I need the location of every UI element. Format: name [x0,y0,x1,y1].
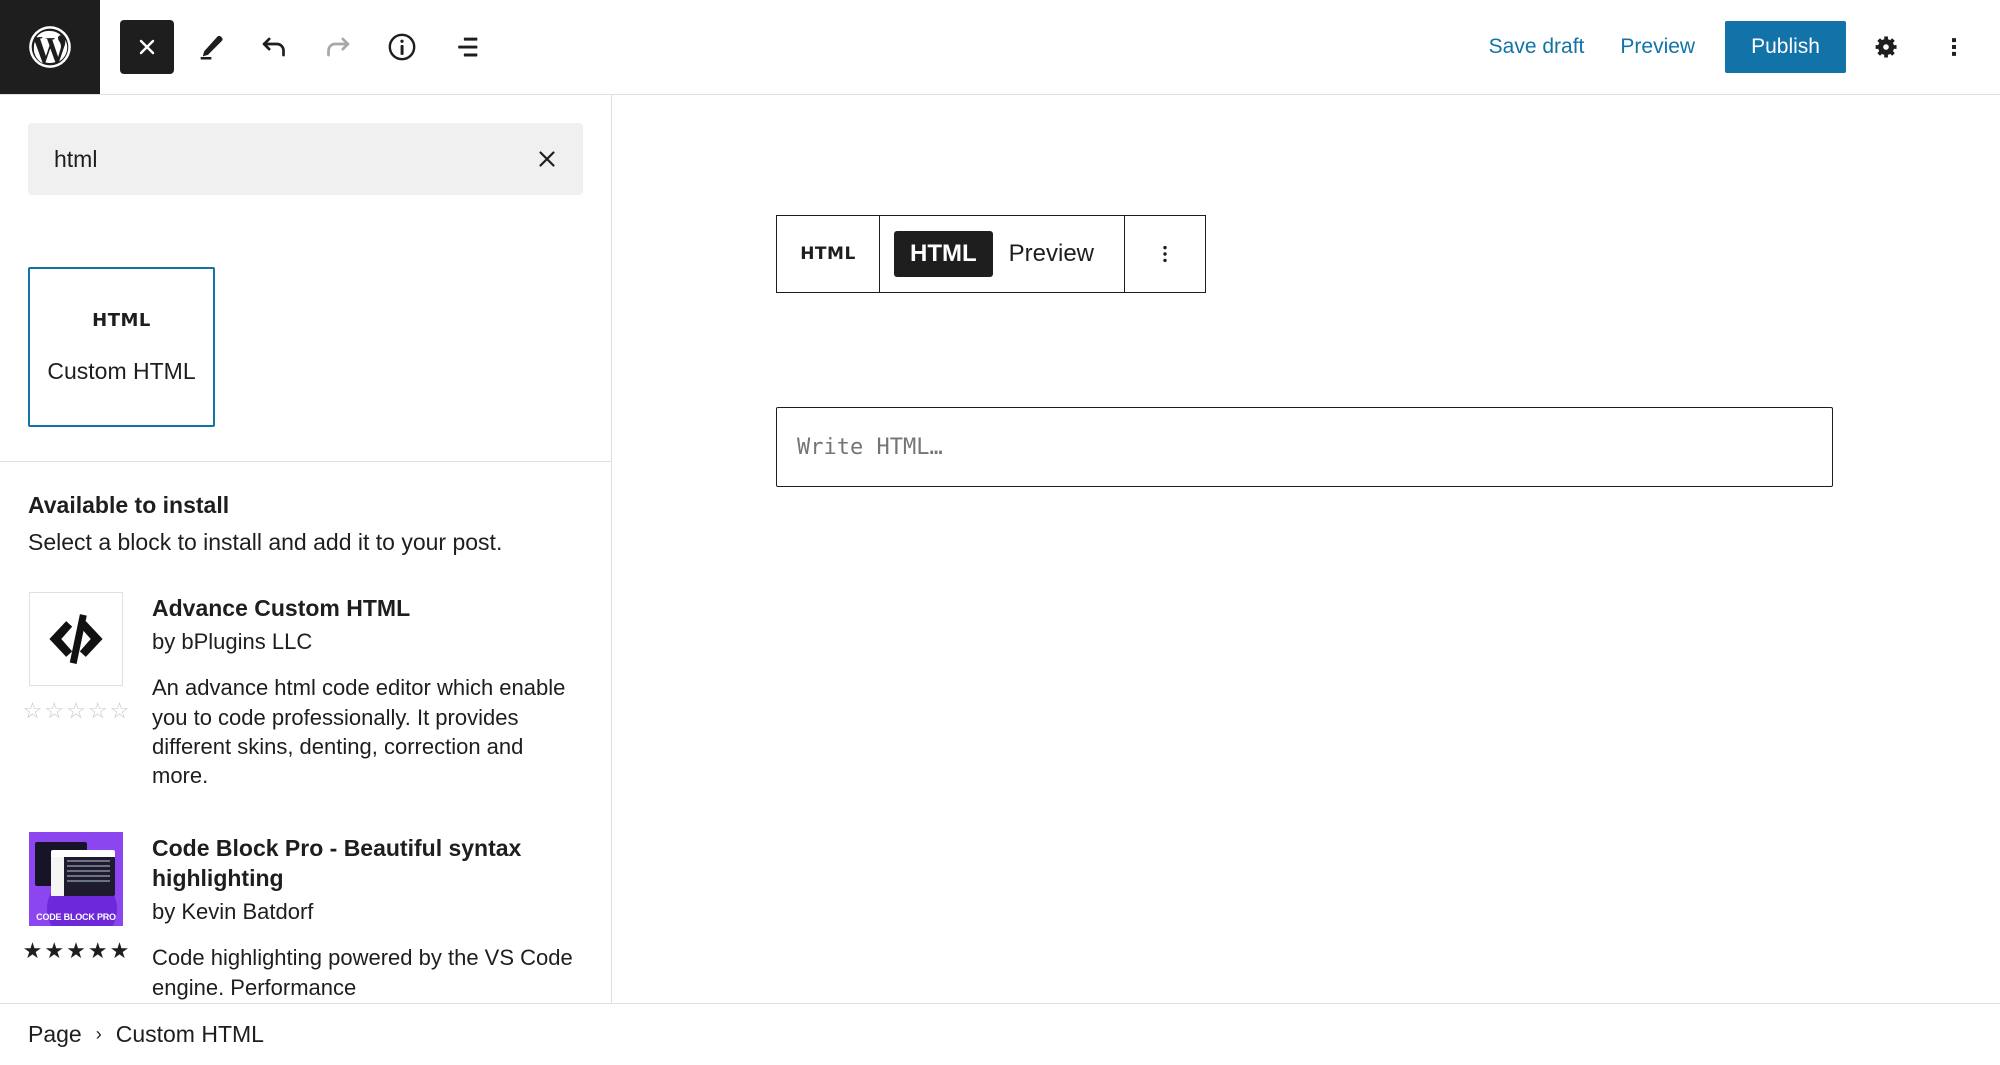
star-icon: ☆ [66,700,86,722]
chevron-right-icon: › [96,1024,102,1045]
list-item[interactable]: CODE BLOCK PRO ★ ★ ★ ★ ★ Code Block Pro … [28,832,583,1001]
plugin-icon-caption: CODE BLOCK PRO [29,913,123,922]
gear-icon [1870,31,1902,63]
block-inserter-panel: HTML Custom HTML Available to install Se… [0,95,612,1003]
block-toolbar: HTML HTML Preview [776,215,1206,293]
block-results-section: HTML Custom HTML [0,195,611,462]
plugin-author: by Kevin Batdorf [152,899,583,925]
more-options-button[interactable] [1926,19,1982,75]
search-box [28,123,583,195]
plugin-icon-column: CODE BLOCK PRO ★ ★ ★ ★ ★ [28,832,124,1001]
plugin-title: Code Block Pro - Beautiful syntax highli… [152,834,583,893]
install-section-subtitle: Select a block to install and add it to … [28,529,583,556]
plugin-details: Advance Custom HTML by bPlugins LLC An a… [152,592,583,790]
wordpress-block-editor: Save draft Preview Publish [0,0,2000,1065]
header-actions: Save draft Preview Publish [1471,0,2000,94]
redo-button[interactable] [310,19,366,75]
undo-button[interactable] [246,19,302,75]
publish-button[interactable]: Publish [1725,21,1846,73]
code-block-pro-artwork: CODE BLOCK PRO [29,832,123,926]
close-editor-button[interactable] [120,20,174,74]
editor-canvas: HTML HTML Preview Write HTML… [612,95,2000,1003]
settings-button[interactable] [1858,19,1914,75]
status-badge: ☆ ☆ ☆ ☆ ☆ [23,700,130,722]
html-block-icon: HTML [92,310,151,331]
details-button[interactable] [374,19,430,75]
plugin-description: Code highlighting powered by the VS Code… [152,943,583,1002]
star-icon: ☆ [88,700,108,722]
star-icon: ★ [110,940,130,962]
list-view-icon [449,30,483,64]
close-icon [135,35,159,59]
available-to-install-section: Available to install Select a block to i… [0,462,611,1003]
plugin-icon-column: ☆ ☆ ☆ ☆ ☆ [28,592,124,790]
pencil-icon [193,30,227,64]
edit-mode-button[interactable] [182,19,238,75]
code-block-pro-icon: CODE BLOCK PRO [29,832,123,926]
close-icon [534,146,560,172]
undo-arrow-icon [257,30,291,64]
clear-search-button[interactable] [525,137,569,181]
save-draft-button[interactable]: Save draft [1471,23,1603,71]
block-results-grid: HTML Custom HTML [28,267,583,427]
block-card-custom-html[interactable]: HTML Custom HTML [28,267,215,427]
custom-html-block[interactable]: Write HTML… [776,407,1833,487]
preview-button[interactable]: Preview [1602,23,1713,71]
tab-html[interactable]: HTML [894,231,993,277]
breadcrumb-item-custom-html[interactable]: Custom HTML [116,1021,264,1048]
wordpress-logo-icon[interactable] [0,0,100,94]
star-icon: ★ [23,940,43,962]
redo-arrow-icon [321,30,355,64]
search-section [0,95,611,195]
list-item[interactable]: ☆ ☆ ☆ ☆ ☆ Advance Custom HTML by bPlugin… [28,592,583,790]
header-spacer [494,0,1471,94]
plugin-description: An advance html code editor which enable… [152,673,583,790]
plugin-title: Advance Custom HTML [152,594,583,623]
star-icon: ★ [88,940,108,962]
star-icon: ☆ [44,700,64,722]
three-dots-vertical-icon [1940,33,1968,61]
breadcrumb-item-page[interactable]: Page [28,1021,82,1048]
list-view-button[interactable] [438,19,494,75]
html-preview-toggle: HTML Preview [879,216,1124,292]
search-input[interactable] [28,123,583,195]
editor-footer: Page › Custom HTML [0,1003,2000,1065]
code-brackets-icon [29,592,123,686]
info-circle-icon [385,30,419,64]
star-icon: ☆ [110,700,130,722]
plugin-author: by bPlugins LLC [152,629,583,655]
header-tools [100,0,494,94]
block-type-button[interactable]: HTML [777,216,879,292]
tab-preview[interactable]: Preview [993,231,1110,277]
star-icon: ★ [66,940,86,962]
status-badge: ★ ★ ★ ★ ★ [23,940,130,962]
breadcrumb: Page › Custom HTML [28,1021,264,1048]
editor-body: HTML Custom HTML Available to install Se… [0,95,2000,1003]
plugin-details: Code Block Pro - Beautiful syntax highli… [152,832,583,1001]
html-code-placeholder: Write HTML… [797,435,943,460]
editor-header: Save draft Preview Publish [0,0,2000,95]
star-icon: ☆ [23,700,43,722]
block-card-label: Custom HTML [47,359,195,384]
block-options-button[interactable] [1124,216,1205,292]
three-dots-vertical-icon [1153,242,1177,266]
star-icon: ★ [44,940,64,962]
install-section-title: Available to install [28,492,583,519]
